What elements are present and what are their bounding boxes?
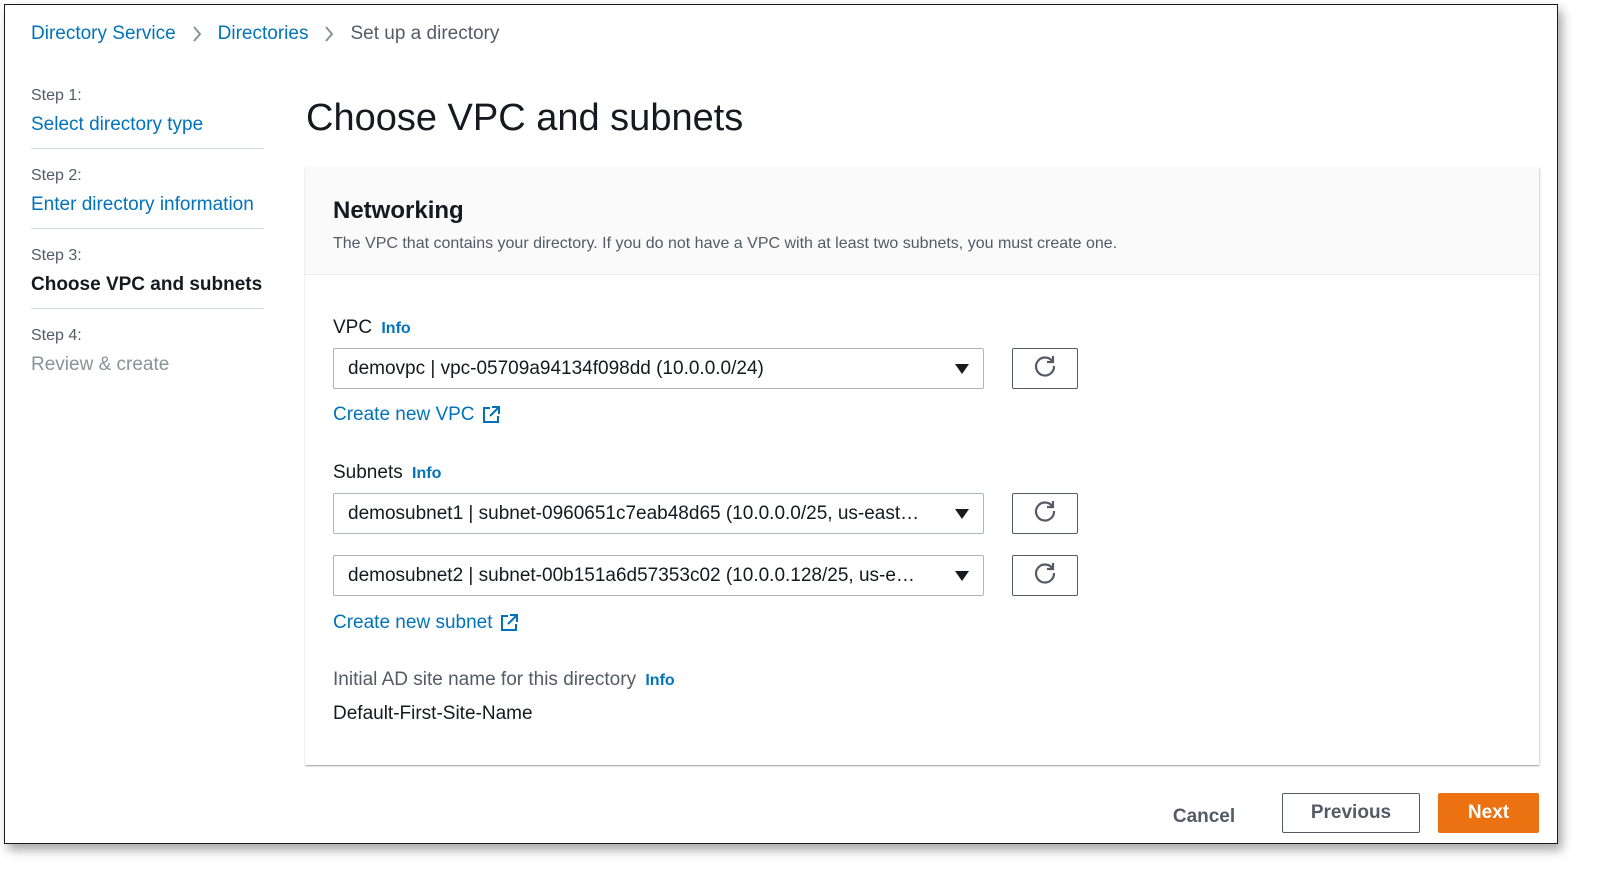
wizard-step-1: Step 1: Select directory type: [31, 87, 264, 149]
caret-down-icon: [955, 363, 969, 374]
subnet-2-select-value: demosubnet2 | subnet-00b151a6d57353c02 (…: [348, 564, 915, 586]
vpc-info-link[interactable]: Info: [381, 320, 410, 337]
vpc-select-value: demovpc | vpc-05709a94134f098dd (10.0.0.…: [348, 357, 764, 379]
panel-title: Networking: [333, 197, 464, 224]
subnets-label-text: Subnets: [333, 462, 403, 483]
vpc-select[interactable]: demovpc | vpc-05709a94134f098dd (10.0.0.…: [333, 348, 984, 389]
ad-site-label-text: Initial AD site name for this directory: [333, 669, 637, 690]
chevron-right-icon: [324, 25, 334, 43]
breadcrumb-current: Set up a directory: [350, 23, 500, 44]
subnet-2-refresh-button[interactable]: [1012, 555, 1078, 596]
vpc-label-text: VPC: [333, 317, 373, 338]
next-button[interactable]: Next: [1438, 793, 1539, 833]
refresh-icon: [1032, 353, 1058, 384]
create-new-subnet-link[interactable]: Create new subnet: [333, 612, 519, 634]
console-window: Directory Service Directories Set up a d…: [4, 4, 1558, 844]
caret-down-icon: [955, 508, 969, 519]
subnet-1-refresh-button[interactable]: [1012, 493, 1078, 534]
networking-panel: Networking The VPC that contains your di…: [305, 167, 1539, 765]
cancel-button[interactable]: Cancel: [1173, 797, 1235, 837]
refresh-icon: [1032, 560, 1058, 591]
external-link-icon: [500, 614, 518, 631]
wizard-step-2: Step 2: Enter directory information: [31, 167, 264, 229]
panel-description: The VPC that contains your directory. If…: [333, 235, 1118, 252]
previous-button[interactable]: Previous: [1282, 793, 1420, 833]
step-review-create: Review & create: [31, 354, 170, 375]
create-new-vpc-text: Create new VPC: [333, 404, 475, 425]
external-link-icon: [482, 406, 500, 423]
step-link-enter-directory-information[interactable]: Enter directory information: [31, 191, 264, 218]
ad-site-label: Initial AD site name for this directory …: [333, 669, 675, 691]
breadcrumb: Directory Service Directories Set up a d…: [31, 23, 499, 45]
subnet-1-select-value: demosubnet1 | subnet-0960651c7eab48d65 (…: [348, 502, 920, 524]
step-link-select-directory-type[interactable]: Select directory type: [31, 111, 264, 138]
subnet-2-select[interactable]: demosubnet2 | subnet-00b151a6d57353c02 (…: [333, 555, 984, 596]
subnets-info-link[interactable]: Info: [412, 465, 441, 482]
page-title: Choose VPC and subnets: [306, 97, 744, 139]
wizard-step-3: Step 3: Choose VPC and subnets: [31, 247, 264, 309]
panel-header: Networking The VPC that contains your di…: [305, 167, 1539, 275]
step-current-choose-vpc: Choose VPC and subnets: [31, 274, 263, 295]
ad-site-info-link[interactable]: Info: [645, 672, 674, 689]
step-number: Step 3:: [31, 247, 82, 264]
subnet-1-select[interactable]: demosubnet1 | subnet-0960651c7eab48d65 (…: [333, 493, 984, 534]
chevron-right-icon: [192, 25, 202, 43]
step-number: Step 2:: [31, 167, 82, 184]
vpc-refresh-button[interactable]: [1012, 348, 1078, 389]
ad-site-value: Default-First-Site-Name: [333, 703, 533, 724]
vpc-label: VPC Info: [333, 317, 411, 339]
step-number: Step 4:: [31, 327, 82, 344]
breadcrumb-directory-service[interactable]: Directory Service: [31, 23, 176, 45]
create-new-subnet-text: Create new subnet: [333, 612, 493, 633]
subnets-label: Subnets Info: [333, 462, 441, 484]
wizard-step-4: Step 4: Review & create: [31, 327, 264, 388]
create-new-vpc-link[interactable]: Create new VPC: [333, 404, 501, 426]
refresh-icon: [1032, 498, 1058, 529]
breadcrumb-directories[interactable]: Directories: [218, 23, 309, 45]
wizard-steps: Step 1: Select directory type Step 2: En…: [31, 87, 264, 406]
caret-down-icon: [955, 570, 969, 581]
step-number: Step 1:: [31, 87, 82, 104]
